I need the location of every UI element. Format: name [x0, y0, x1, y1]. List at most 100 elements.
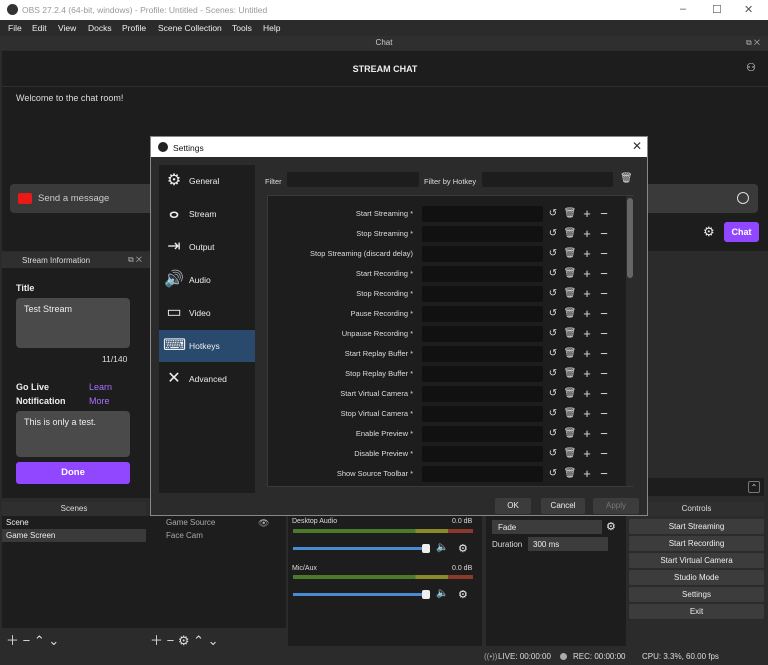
hotkey-input[interactable] — [422, 466, 543, 482]
learn-more-link-2[interactable]: More — [89, 396, 110, 406]
studio-mode-button[interactable]: Studio Mode — [629, 570, 764, 585]
menu-help[interactable]: Help — [263, 23, 280, 33]
plus-icon[interactable]: + — [580, 307, 594, 321]
hotkey-input[interactable] — [422, 326, 543, 342]
volume-slider[interactable] — [293, 593, 428, 596]
category-output[interactable]: ⇥ Output — [159, 231, 255, 263]
revert-icon[interactable]: ↺ — [546, 327, 560, 341]
category-advanced[interactable]: ✕ Advanced — [159, 363, 255, 395]
trash-icon[interactable]: 🗑 — [563, 227, 577, 241]
minus-icon[interactable]: − — [597, 207, 611, 221]
ok-button[interactable]: OK — [495, 498, 531, 514]
scenes-toolbar[interactable]: ＋ − ⌃ ⌄ — [6, 630, 59, 649]
hotkey-input[interactable] — [422, 366, 543, 382]
menu-profile[interactable]: Profile — [122, 23, 146, 33]
menu-docks[interactable]: Docks — [88, 23, 112, 33]
visibility-eye-icon[interactable]: 👁 — [258, 518, 269, 529]
trash-icon[interactable]: 🗑 — [563, 247, 577, 261]
menu-scene-collection[interactable]: Scene Collection — [158, 23, 222, 33]
transition-gear-icon[interactable]: ⚙ — [606, 520, 616, 533]
trash-icon[interactable]: 🗑 — [563, 307, 577, 321]
revert-icon[interactable]: ↺ — [546, 407, 560, 421]
plus-icon[interactable]: + — [580, 267, 594, 281]
scene-item[interactable]: Scene — [2, 516, 146, 529]
plus-icon[interactable]: + — [580, 347, 594, 361]
revert-icon[interactable]: ↺ — [546, 207, 560, 221]
start-streaming-button[interactable]: Start Streaming — [629, 519, 764, 534]
close-window-button[interactable]: ✕ — [744, 3, 753, 16]
plus-icon[interactable]: + — [580, 427, 594, 441]
mute-speaker-icon[interactable]: 🔈 — [436, 588, 448, 599]
plus-icon[interactable]: + — [580, 227, 594, 241]
exit-button[interactable]: Exit — [629, 604, 764, 619]
trash-icon[interactable]: 🗑 — [563, 467, 577, 481]
revert-icon[interactable]: ↺ — [546, 387, 560, 401]
hotkey-input[interactable] — [422, 346, 543, 362]
done-button[interactable]: Done — [16, 462, 130, 484]
minus-icon[interactable]: − — [597, 347, 611, 361]
trash-icon[interactable]: 🗑 — [563, 347, 577, 361]
minus-icon[interactable]: − — [597, 367, 611, 381]
hotkey-input[interactable] — [422, 426, 543, 442]
cancel-button[interactable]: Cancel — [541, 498, 585, 514]
mixer-settings-gear-icon[interactable]: ⚙ — [458, 542, 468, 555]
plus-icon[interactable]: + — [580, 247, 594, 261]
hotkey-input[interactable] — [422, 226, 543, 242]
trash-icon[interactable]: 🗑 — [563, 367, 577, 381]
menu-edit[interactable]: Edit — [32, 23, 47, 33]
minus-icon[interactable]: − — [597, 267, 611, 281]
trash-icon[interactable]: 🗑 — [563, 447, 577, 461]
volume-slider-handle[interactable] — [422, 544, 430, 553]
go-live-notification-input[interactable]: This is only a test. — [16, 411, 130, 457]
trash-icon[interactable]: 🗑 — [620, 173, 633, 184]
apply-button[interactable]: Apply — [593, 498, 639, 514]
minus-icon[interactable]: − — [597, 307, 611, 321]
minus-icon[interactable]: − — [597, 387, 611, 401]
dock-float-icon[interactable]: ⧉ ✕ — [128, 255, 142, 265]
minus-icon[interactable]: − — [597, 427, 611, 441]
start-virtual-camera-button[interactable]: Start Virtual Camera — [629, 553, 764, 568]
category-video[interactable]: ▭ Video — [159, 297, 255, 329]
learn-more-link[interactable]: Learn — [89, 382, 112, 392]
revert-icon[interactable]: ↺ — [546, 267, 560, 281]
minus-icon[interactable]: − — [597, 447, 611, 461]
menu-file[interactable]: File — [8, 23, 22, 33]
trash-icon[interactable]: 🗑 — [563, 327, 577, 341]
minus-icon[interactable]: − — [597, 227, 611, 241]
hotkey-input[interactable] — [422, 306, 543, 322]
user-list-icon[interactable]: ⚇ — [746, 61, 756, 74]
plus-icon[interactable]: + — [580, 327, 594, 341]
plus-icon[interactable]: + — [580, 387, 594, 401]
filter-by-hotkey-input[interactable] — [482, 172, 613, 187]
sources-toolbar[interactable]: ＋ − ⚙ ⌃ ⌄ — [150, 630, 218, 649]
maximize-button[interactable]: ☐ — [712, 3, 722, 16]
volume-slider-handle[interactable] — [422, 590, 430, 599]
transition-select[interactable]: Fade — [492, 520, 602, 534]
trash-icon[interactable]: 🗑 — [563, 287, 577, 301]
hotkey-input[interactable] — [422, 406, 543, 422]
minus-icon[interactable]: − — [597, 287, 611, 301]
chat-send-button[interactable]: Chat — [724, 222, 759, 242]
scrollbar-thumb[interactable] — [627, 198, 633, 278]
revert-icon[interactable]: ↺ — [546, 427, 560, 441]
category-stream[interactable]: ⴰ Stream — [159, 198, 255, 230]
revert-icon[interactable]: ↺ — [546, 447, 560, 461]
revert-icon[interactable]: ↺ — [546, 247, 560, 261]
hotkey-input[interactable] — [422, 206, 543, 222]
plus-icon[interactable]: + — [580, 367, 594, 381]
hotkey-input[interactable] — [422, 246, 543, 262]
trash-icon[interactable]: 🗑 — [563, 407, 577, 421]
minus-icon[interactable]: − — [597, 407, 611, 421]
source-item[interactable]: Face Cam — [146, 529, 286, 542]
mute-speaker-icon[interactable]: 🔈 — [436, 542, 448, 553]
scroll-button[interactable]: ⌃ — [748, 481, 760, 493]
hotkey-input[interactable] — [422, 386, 543, 402]
minus-icon[interactable]: − — [597, 247, 611, 261]
hotkey-input[interactable] — [422, 286, 543, 302]
emoji-icon[interactable] — [737, 192, 749, 204]
category-general[interactable]: ⚙ General — [159, 165, 255, 197]
settings-button[interactable]: Settings — [629, 587, 764, 602]
revert-icon[interactable]: ↺ — [546, 367, 560, 381]
revert-icon[interactable]: ↺ — [546, 307, 560, 321]
minimize-button[interactable]: – — [680, 3, 686, 15]
